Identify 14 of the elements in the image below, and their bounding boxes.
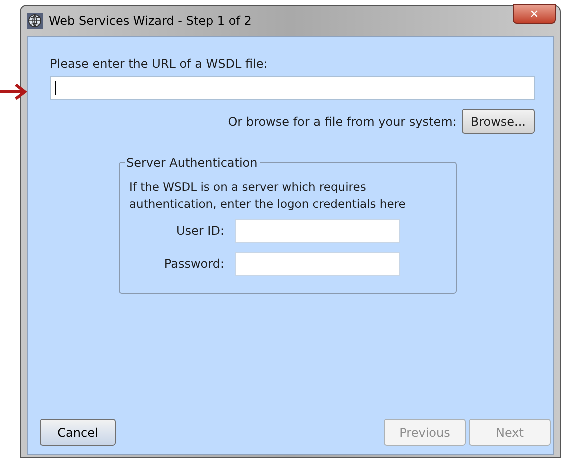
text-input-field[interactable] <box>234 252 400 276</box>
browse-button[interactable]: Browse... <box>462 109 535 134</box>
text-input-field[interactable] <box>234 219 400 243</box>
auth-description: If the WSDL is on a server which requires authentication, enter the logon credentials here <box>130 179 407 213</box>
field-label: Password: <box>163 256 224 273</box>
url-input-field[interactable] <box>50 76 535 100</box>
window-title: Web Services Wizard - Step 1 of 2 <box>49 13 252 30</box>
arrow-icon <box>0 84 28 100</box>
browse-label: Or browse for a file from your system: <box>228 114 457 130</box>
url-prompt: Please enter the URL of a WSDL file: <box>50 56 269 73</box>
globe-icon <box>27 13 43 29</box>
field-label: User ID: <box>176 223 224 240</box>
wizard-button[interactable]: Cancel <box>40 419 116 446</box>
close-button[interactable]: ✕ <box>513 4 556 24</box>
